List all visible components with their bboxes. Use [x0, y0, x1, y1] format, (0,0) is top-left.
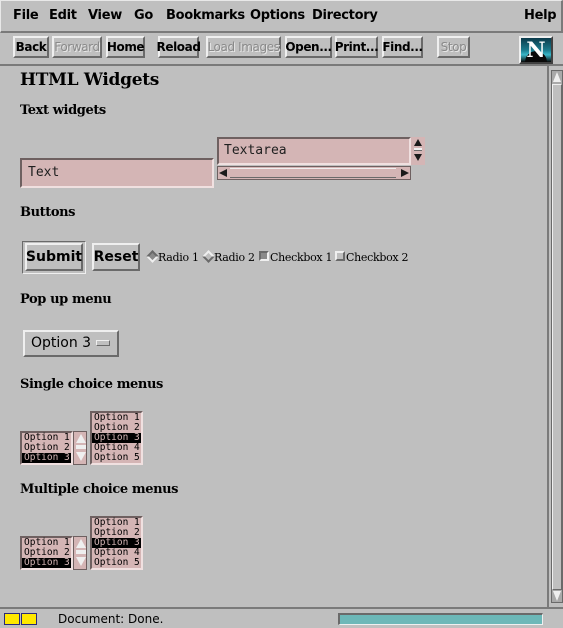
heading-single-choice: Single choice menus	[20, 377, 163, 392]
scroll-up-arrow-icon[interactable]	[553, 72, 561, 82]
menu-view[interactable]: View	[88, 8, 122, 23]
menu-bookmarks[interactable]: Bookmarks	[166, 8, 245, 23]
checkbox-2-label: Checkbox 2	[346, 251, 409, 264]
load-images-button[interactable]: Load Images	[206, 36, 281, 58]
single-choice-scrollbar[interactable]	[73, 431, 87, 465]
list-option[interactable]: Option 5	[94, 453, 140, 463]
security-indicator[interactable]	[4, 613, 38, 626]
open-button[interactable]: Open...	[285, 36, 332, 58]
radio-1-label: Radio 1	[158, 251, 199, 264]
scroll-thumb[interactable]	[414, 148, 422, 151]
logo-letter: N	[526, 37, 546, 62]
radio-2-label: Radio 2	[214, 251, 255, 264]
menu-file[interactable]: File	[13, 8, 39, 23]
status-bar: Document: Done.	[0, 607, 563, 628]
page-vertical-scrollbar[interactable]	[547, 66, 563, 607]
find-button[interactable]: Find...	[382, 36, 423, 58]
multiple-choice-list[interactable]: Option 1 Option 2 Option 3 Option 4 Opti…	[90, 516, 143, 570]
progress-bar	[338, 613, 543, 625]
page-title: HTML Widgets	[20, 70, 160, 90]
scroll-down-arrow-icon[interactable]	[414, 154, 422, 161]
popup-menu-select[interactable]: Option 3	[23, 330, 119, 357]
netscape-logo-icon[interactable]: N	[519, 36, 553, 64]
scroll-left-arrow-icon[interactable]	[219, 169, 227, 177]
heading-text-widgets: Text widgets	[20, 103, 106, 118]
text-input[interactable]: Text	[20, 158, 214, 188]
scroll-right-arrow-icon[interactable]	[401, 169, 409, 177]
status-text: Document: Done.	[58, 612, 164, 626]
scroll-up-arrow-icon[interactable]	[414, 139, 422, 146]
list-option-selected[interactable]: Option 3	[22, 558, 71, 568]
menu-options[interactable]: Options	[250, 8, 305, 23]
multiple-choice-scroll-list[interactable]: Option 1 Option 2 Option 3	[20, 536, 73, 570]
scroll-down-arrow-icon[interactable]	[553, 591, 561, 601]
menu-go[interactable]: Go	[134, 8, 153, 23]
security-key-icon	[21, 613, 37, 625]
scroll-up-arrow-icon[interactable]	[76, 434, 86, 443]
scroll-thumb[interactable]	[76, 550, 86, 554]
scroll-track[interactable]	[230, 168, 396, 178]
scroll-down-arrow-icon[interactable]	[76, 452, 86, 461]
radio-1[interactable]	[146, 250, 159, 263]
security-door-icon	[4, 613, 20, 625]
checkbox-2[interactable]	[335, 251, 345, 261]
forward-button[interactable]: Forward	[52, 36, 102, 58]
scroll-down-arrow-icon[interactable]	[76, 557, 86, 566]
page-content: HTML Widgets Text widgets Text Textarea …	[0, 66, 546, 607]
scroll-up-arrow-icon[interactable]	[76, 539, 86, 548]
menu-help[interactable]: Help	[524, 8, 557, 23]
textarea-input[interactable]: Textarea	[217, 137, 411, 165]
reset-button[interactable]: Reset	[92, 243, 140, 271]
list-option[interactable]: Option 5	[94, 558, 140, 568]
stop-button[interactable]: Stop	[437, 36, 470, 58]
progress-fill	[340, 615, 542, 624]
popup-selected-value: Option 3	[31, 335, 92, 351]
heading-popup-menu: Pop up menu	[20, 292, 112, 307]
scroll-thumb[interactable]	[76, 445, 86, 449]
heading-multiple-choice: Multiple choice menus	[20, 482, 179, 497]
menu-directory[interactable]: Directory	[312, 8, 378, 23]
list-option-selected[interactable]: Option 3	[22, 453, 71, 463]
scroll-thumb[interactable]	[552, 84, 562, 590]
reload-button[interactable]: Reload	[156, 36, 201, 58]
textarea-horizontal-scrollbar[interactable]	[217, 166, 411, 180]
checkbox-1-label: Checkbox 1	[270, 251, 333, 264]
home-button[interactable]: Home	[106, 36, 145, 58]
menu-edit[interactable]: Edit	[49, 8, 77, 23]
option-menu-indicator-icon	[96, 340, 110, 346]
print-button[interactable]: Print...	[335, 36, 379, 58]
textarea-vertical-scrollbar[interactable]	[411, 137, 425, 165]
scroll-trough[interactable]	[551, 70, 563, 603]
submit-button[interactable]: Submit	[25, 243, 83, 271]
radio-2[interactable]	[202, 250, 215, 263]
heading-buttons: Buttons	[20, 205, 76, 220]
menubar: File Edit View Go Bookmarks Options Dire…	[0, 0, 563, 33]
single-choice-list[interactable]: Option 1 Option 2 Option 3 Option 4 Opti…	[90, 411, 143, 465]
single-choice-scroll-list[interactable]: Option 1 Option 2 Option 3	[20, 431, 73, 465]
checkbox-1[interactable]	[259, 251, 269, 261]
toolbar: Back Forward Home Reload Load Images Ope…	[0, 33, 563, 66]
back-button[interactable]: Back	[13, 36, 49, 58]
multiple-choice-scrollbar[interactable]	[73, 536, 87, 570]
